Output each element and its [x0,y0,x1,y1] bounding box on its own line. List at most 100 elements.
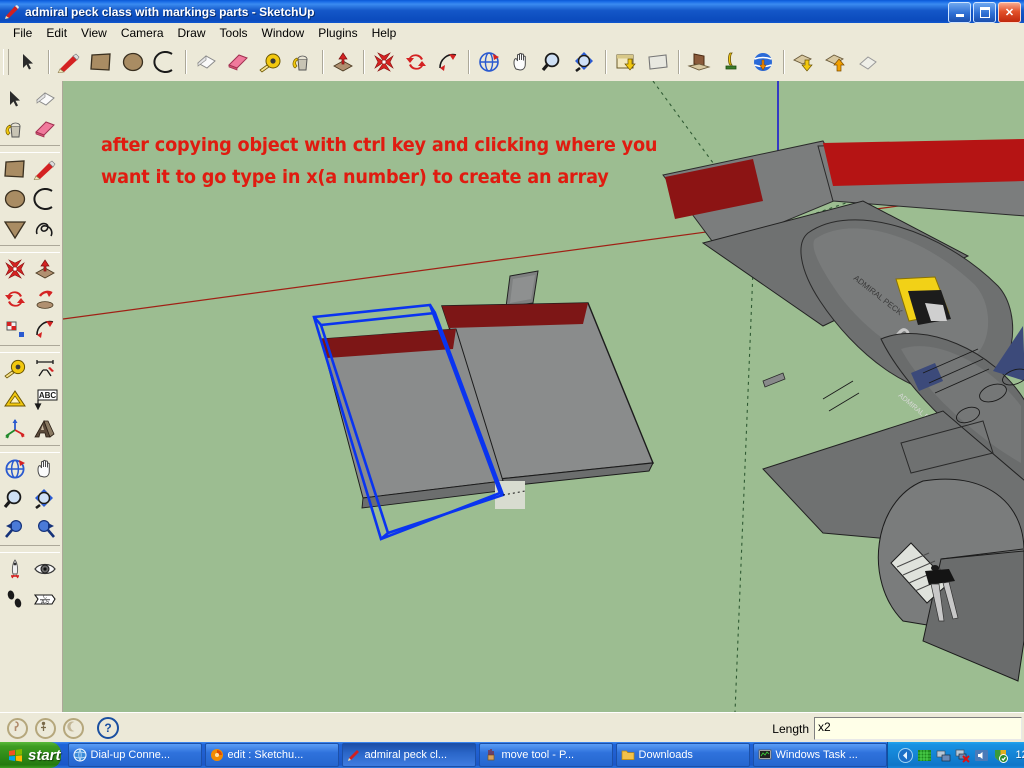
zoom-magnifier-icon[interactable] [0,484,30,514]
pan-hand-icon[interactable] [30,454,60,484]
move-icon[interactable] [369,47,399,77]
next-view-icon[interactable] [30,514,60,544]
select-arrow-icon[interactable] [0,84,30,114]
warehouse-page-icon[interactable] [853,47,883,77]
3d-text-icon[interactable] [30,414,60,444]
taskbar-item-downloads[interactable]: Downloads [615,743,750,767]
paint-bucket-icon[interactable] [287,47,317,77]
taskbar-item-firefox[interactable]: edit : Sketchu... [204,743,339,767]
geo-location-icon[interactable] [7,717,28,739]
sketchup-pencil-icon [347,748,361,762]
dimension-icon[interactable] [30,354,60,384]
volume-icon[interactable] [974,748,989,763]
tape-measure-icon[interactable] [0,354,30,384]
shadow-icon[interactable] [63,717,84,739]
security-shield-icon[interactable] [993,748,1008,763]
menu-item-view[interactable]: View [74,24,114,42]
look-around-eye-icon[interactable] [30,554,60,584]
pan-hand-icon[interactable] [506,47,536,77]
circle-icon[interactable] [118,47,148,77]
scale-icon[interactable] [0,314,30,344]
taskbar-item-dialup[interactable]: Dial-up Conne... [67,743,202,767]
network-icon[interactable] [936,748,951,763]
eraser-icon[interactable] [223,47,253,77]
scene-add-icon[interactable] [611,47,641,77]
walk-footprints-icon[interactable] [0,584,30,614]
make-component-icon[interactable] [191,47,221,77]
taskbar-item-taskmanager[interactable]: Windows Task ... [752,743,887,767]
push-pull-icon[interactable] [30,254,60,284]
polygon-icon[interactable] [0,214,30,244]
section-plane-icon[interactable] [643,47,673,77]
rotate-icon[interactable] [401,47,431,77]
orbit-icon[interactable] [474,47,504,77]
position-camera-icon[interactable] [0,554,30,584]
windows-taskbar: start Dial-up Conne... edit : Sketchu...… [0,742,1024,768]
warehouse-upload-icon[interactable] [821,47,851,77]
menu-item-draw[interactable]: Draw [171,24,213,42]
network-globe-icon [73,748,87,762]
previous-view-icon[interactable] [0,514,30,544]
pencil-icon[interactable] [30,154,60,184]
paint-icon [484,748,498,762]
protractor-icon[interactable] [0,384,30,414]
warehouse-download-icon[interactable] [789,47,819,77]
section-display-icon[interactable]: C A-5 [30,584,60,614]
minimize-button[interactable] [948,2,971,23]
close-button[interactable]: ✕ [998,2,1021,23]
taskbar-item-movetool[interactable]: move tool - P... [478,743,613,767]
start-button[interactable]: start [0,742,61,768]
menu-item-file[interactable]: File [6,24,39,42]
sketchup-pencil-icon [3,4,21,20]
tape-measure-icon[interactable] [255,47,285,77]
menu-item-plugins[interactable]: Plugins [311,24,364,42]
push-pull-icon[interactable] [328,47,358,77]
rectangle-icon[interactable] [0,154,30,184]
window-controls: ✕ [948,2,1021,23]
component-browser-icon[interactable] [684,47,714,77]
select-arrow-icon[interactable] [13,47,43,77]
arc-icon[interactable] [150,47,180,77]
show-desktop-icon[interactable] [897,747,913,763]
taskbar-clock[interactable]: 12:56 [1016,749,1024,761]
main-toolbar [0,43,1024,82]
menu-item-help[interactable]: Help [365,24,404,42]
solar-north-icon[interactable] [35,717,56,739]
maximize-button[interactable] [973,2,996,23]
menu-item-edit[interactable]: Edit [39,24,74,42]
axes-icon[interactable] [0,414,30,444]
circle-icon[interactable] [0,184,30,214]
model-viewport[interactable]: 065 ADMIRAL PECK ADMIRAL PECK 065 [63,81,1024,712]
menu-item-camera[interactable]: Camera [114,24,171,42]
layers-icon[interactable] [716,47,746,77]
follow-me-icon[interactable] [433,47,463,77]
move-icon[interactable] [0,254,30,284]
text-abc-icon[interactable]: ABC [30,384,60,414]
rectangle-icon[interactable] [86,47,116,77]
eraser-icon[interactable] [30,114,60,144]
follow-me-icon[interactable] [30,284,60,314]
status-bar: ? Length x2 [0,712,1024,743]
google-earth-icon[interactable] [748,47,778,77]
toolbar-grip[interactable] [3,49,9,75]
firefox-icon [210,748,224,762]
network-disconnected-icon[interactable] [955,748,970,763]
zoom-magnifier-icon[interactable] [538,47,568,77]
make-component-icon[interactable] [30,84,60,114]
folder-icon [621,748,635,762]
orbit-icon[interactable] [0,454,30,484]
arc-icon[interactable] [30,184,60,214]
vcb-input[interactable]: x2 [814,717,1022,740]
menu-item-window[interactable]: Window [255,24,312,42]
pencil-icon[interactable] [54,47,84,77]
taskbar-item-sketchup[interactable]: admiral peck cl... [341,743,476,767]
zoom-window-icon[interactable] [30,484,60,514]
freehand-icon[interactable] [30,214,60,244]
green-grid-icon[interactable] [917,748,932,763]
zoom-extents-icon[interactable] [570,47,600,77]
rotate-icon[interactable] [0,284,30,314]
help-button[interactable]: ? [97,717,119,739]
paint-bucket-icon[interactable] [0,114,30,144]
menu-item-tools[interactable]: Tools [213,24,255,42]
offset-icon[interactable] [30,314,60,344]
